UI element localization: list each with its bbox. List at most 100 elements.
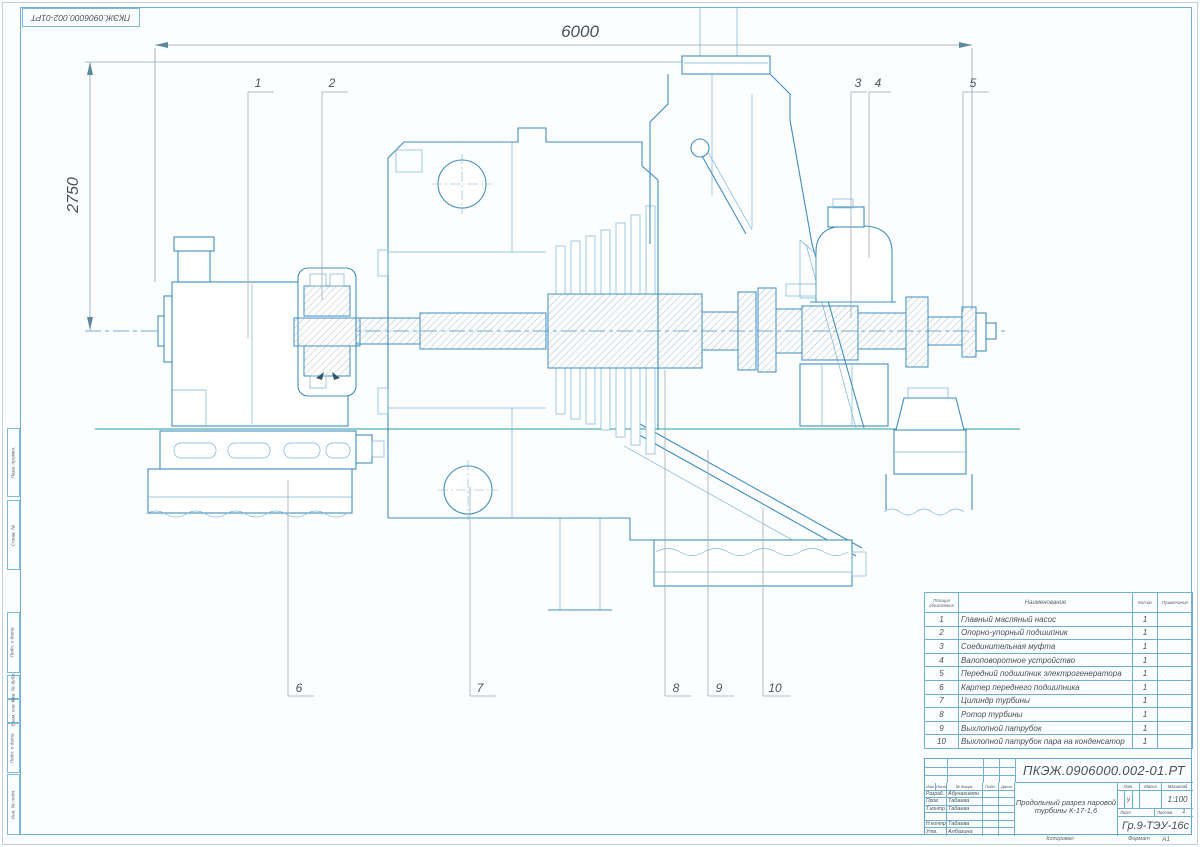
- doc-number-stamp-text: ПКЭЖ.0906000.002-01РТ: [31, 13, 130, 23]
- sig-podp: [983, 791, 999, 799]
- table-row: 10Выхлопной патрубок пара на конденсатор…: [925, 735, 1193, 749]
- exhaust-duct: [624, 424, 866, 586]
- table-row: 7Цилиндр турбины1: [925, 694, 1193, 708]
- sig-name: [947, 813, 983, 821]
- listov-value: 1: [1182, 809, 1185, 815]
- kopiroval-label: Копировал: [1000, 836, 1120, 842]
- callout-4: 4: [866, 76, 890, 90]
- right-support-pedestal: [800, 364, 972, 515]
- sig-date: [999, 798, 1015, 806]
- margin-stamp-label: Подп. и дата: [11, 733, 16, 763]
- hdr-lit: Лит.: [1118, 783, 1140, 791]
- sig-name: Абунагимян: [947, 791, 983, 799]
- drawing-sheet: 6000 2750 1 2 3 4 5 6 7 8 9 10 ПКЭЖ.0906…: [0, 0, 1200, 847]
- sig-date: [999, 791, 1015, 799]
- sig-podp: [983, 828, 999, 836]
- hdr-docum: № докум.: [947, 783, 983, 791]
- callout-5: 5: [961, 76, 985, 90]
- part-qty: 1: [1133, 694, 1158, 708]
- table-row: 1Главный масляный насос1: [925, 613, 1193, 627]
- margin-stamp-label: Справ. №: [11, 524, 16, 546]
- part-qty: 1: [1133, 626, 1158, 640]
- part-note: [1158, 721, 1193, 735]
- thrust-bearing-assembly: [294, 268, 360, 396]
- part-qty: 1: [1133, 708, 1158, 722]
- part-name: Картер переднего подшипника: [959, 680, 1133, 694]
- sig-podp: [983, 798, 999, 806]
- hdr-data: Дата: [999, 783, 1015, 791]
- hdr-masshtab: Масштаб: [1162, 783, 1193, 791]
- parts-table: Позиция обозначения Наименование Кол-во …: [924, 592, 1193, 749]
- table-row: 9Выхлопной патрубок1: [925, 721, 1193, 735]
- sig-name: Албазина: [947, 828, 983, 836]
- col-note: Примечание: [1158, 593, 1193, 613]
- sig-date: [999, 813, 1015, 821]
- margin-stamp-perv-primen: Перв. примен.: [7, 428, 20, 497]
- sig-podp: [983, 813, 999, 821]
- part-pos: 8: [925, 708, 959, 722]
- listov-label: Листов: [1157, 810, 1172, 815]
- part-note: [1158, 708, 1193, 722]
- callout-9: 9: [707, 681, 731, 695]
- projection-lines: [700, 8, 737, 56]
- part-note: [1158, 694, 1193, 708]
- part-pos: 4: [925, 653, 959, 667]
- margin-stamp-label: Инв. № подл.: [11, 790, 16, 820]
- barring-gear: [786, 199, 896, 302]
- sig-date: [999, 828, 1015, 836]
- lit-cell-2: у: [1125, 791, 1132, 809]
- doc-number-stamp: ПКЭЖ.0906000.002-01РТ: [22, 8, 140, 27]
- sig-name: Табаева: [947, 798, 983, 806]
- part-qty: 1: [1133, 640, 1158, 654]
- col-position-line2: обозначения: [927, 603, 956, 608]
- sig-date: [999, 806, 1015, 814]
- part-note: [1158, 735, 1193, 749]
- sig-date: [999, 821, 1015, 829]
- margin-stamp-podp-data-2: Подп. и дата: [7, 723, 20, 773]
- part-note: [1158, 613, 1193, 627]
- part-pos: 5: [925, 667, 959, 681]
- margin-stamp-podp-data-1: Подп. и дата: [7, 612, 20, 673]
- group-cell: Гр.9-ТЭУ-16с: [1118, 817, 1193, 837]
- sig-role: Н.контр.: [925, 821, 947, 829]
- drawing-title-cell: Продольный разрез паровой турбины К-17-1…: [1015, 783, 1118, 836]
- callout-6: 6: [287, 681, 311, 695]
- col-qty: Кол-во: [1133, 593, 1158, 613]
- format-label: Формат: [1128, 836, 1150, 842]
- dimension-width-label: 6000: [540, 22, 620, 42]
- part-qty: 1: [1133, 613, 1158, 627]
- doc-number: ПКЭЖ.0906000.002-01.РТ: [1023, 763, 1185, 778]
- sig-podp: [983, 806, 999, 814]
- part-note: [1158, 653, 1193, 667]
- part-qty: 1: [1133, 735, 1158, 749]
- part-pos: 6: [925, 680, 959, 694]
- part-qty: 1: [1133, 653, 1158, 667]
- callout-8: 8: [664, 681, 688, 695]
- part-note: [1158, 680, 1193, 694]
- part-qty: 1: [1133, 721, 1158, 735]
- hdr-massa: Масса: [1140, 783, 1162, 791]
- col-position: Позиция обозначения: [925, 593, 959, 613]
- part-name: Цилиндр турбины: [959, 694, 1133, 708]
- table-row: 6Картер переднего подшипника1: [925, 680, 1193, 694]
- part-note: [1158, 640, 1193, 654]
- margin-stamp-sprav-no: Справ. №: [7, 500, 20, 570]
- hdr-izm: Изм: [925, 783, 936, 791]
- margin-stamp-label: Подп. и дата: [11, 627, 16, 657]
- shaft-and-rotor: [356, 288, 996, 372]
- foundation-left: [146, 431, 384, 517]
- margin-stamp-inv-podl: Инв. № подл.: [7, 774, 20, 835]
- callout-2: 2: [320, 76, 344, 90]
- part-pos: 1: [925, 613, 959, 627]
- table-row: 3Соединительная муфта1: [925, 640, 1193, 654]
- lit-cell-3: [1133, 791, 1140, 809]
- sig-role: Утв.: [925, 828, 947, 836]
- callout-10: 10: [763, 681, 787, 695]
- sig-role: [925, 813, 947, 821]
- casing-supports: [548, 518, 612, 610]
- parts-table-header: Позиция обозначения Наименование Кол-во …: [925, 593, 1193, 613]
- listov-cell: Листов 1: [1155, 809, 1193, 817]
- sig-role: Пров.: [925, 798, 947, 806]
- format-value: А1: [1162, 836, 1170, 843]
- sig-name: Табаева: [947, 821, 983, 829]
